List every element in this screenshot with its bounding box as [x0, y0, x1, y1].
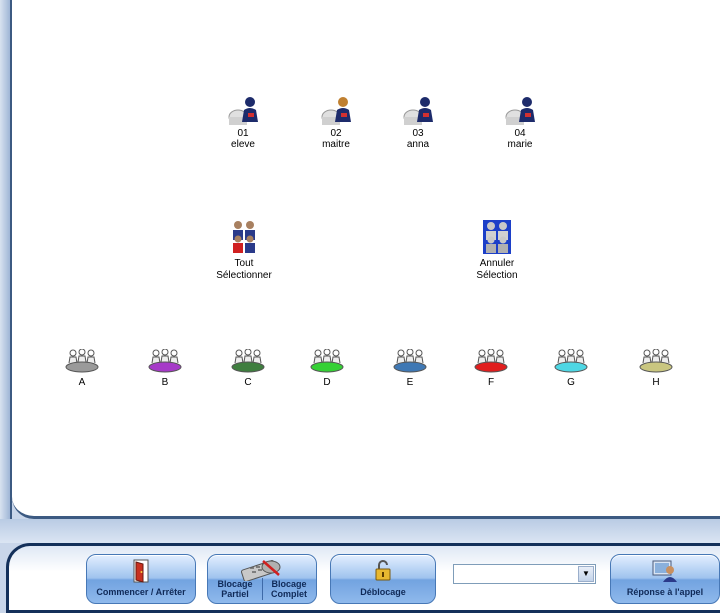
- group-c[interactable]: C: [223, 349, 273, 388]
- deblocage-label: Déblocage: [360, 587, 406, 597]
- group-h[interactable]: H: [631, 349, 681, 388]
- blocage-complet-button[interactable]: Blocage Complet: [262, 579, 316, 599]
- dropdown-arrow-icon[interactable]: ▼: [578, 566, 594, 582]
- group-table-icon: [148, 349, 182, 373]
- group-label: E: [406, 377, 414, 388]
- start-stop-label: Commencer / Arrêter: [96, 587, 186, 597]
- station-name: maitre: [322, 139, 350, 150]
- group-e[interactable]: E: [385, 349, 435, 388]
- station-name: marie: [507, 139, 533, 150]
- reponse-appel-label: Réponse à l'appel: [626, 587, 704, 597]
- group-deselect-icon: [483, 220, 511, 254]
- deblocage-button[interactable]: Déblocage: [330, 554, 436, 604]
- group-table-icon: [310, 349, 344, 373]
- group-label: D: [323, 377, 331, 388]
- separator-strip: [0, 519, 720, 543]
- group-select-icon: [233, 221, 255, 253]
- left-window-border: [0, 0, 12, 520]
- cancel-selection-button[interactable]: Annuler Sélection: [442, 220, 552, 282]
- student-computer-icon: [505, 97, 535, 125]
- group-table-icon: [554, 349, 588, 373]
- cancel-selection-line2: Sélection: [476, 270, 518, 281]
- select-all-line2: Sélectionner: [216, 270, 272, 281]
- group-a[interactable]: A: [57, 349, 107, 388]
- blocage-partiel-button[interactable]: Blocage Partiel: [208, 579, 262, 599]
- station-number: 02: [330, 128, 342, 139]
- station-name: anna: [406, 139, 430, 150]
- station-04[interactable]: 04 marie: [480, 95, 560, 150]
- blocage-button-group: Blocage Partiel Blocage Complet: [207, 554, 317, 604]
- group-dropdown[interactable]: ▼: [453, 564, 596, 584]
- classroom-workspace: 01 eleve 02 maitre 03 anna 04 marie Tout…: [12, 0, 720, 519]
- group-label: C: [244, 377, 252, 388]
- cancel-selection-line1: Annuler: [479, 258, 515, 269]
- station-01[interactable]: 01 eleve: [203, 95, 283, 150]
- door-exit-icon: [133, 559, 149, 583]
- station-name: eleve: [231, 139, 255, 150]
- station-number: 01: [237, 128, 249, 139]
- group-label: F: [487, 377, 495, 388]
- group-table-icon: [231, 349, 265, 373]
- group-f[interactable]: F: [466, 349, 516, 388]
- group-b[interactable]: B: [140, 349, 190, 388]
- padlock-open-icon: [375, 560, 391, 581]
- group-g[interactable]: G: [546, 349, 596, 388]
- student-computer-icon: [321, 97, 351, 125]
- station-03[interactable]: 03 anna: [378, 95, 458, 150]
- station-02[interactable]: 02 maitre: [296, 95, 376, 150]
- group-d[interactable]: D: [302, 349, 352, 388]
- group-label: A: [78, 377, 86, 388]
- student-computer-icon: [403, 97, 433, 125]
- group-table-icon: [474, 349, 508, 373]
- station-number: 03: [412, 128, 424, 139]
- start-stop-button[interactable]: Commencer / Arrêter: [86, 554, 196, 604]
- group-label: B: [161, 377, 169, 388]
- group-table-icon: [65, 349, 99, 373]
- group-table-icon: [639, 349, 673, 373]
- answer-call-icon: [652, 560, 677, 582]
- station-number: 04: [514, 128, 526, 139]
- group-label: G: [567, 377, 575, 388]
- student-computer-icon: [228, 97, 258, 125]
- group-table-icon: [393, 349, 427, 373]
- reponse-appel-button[interactable]: Réponse à l'appel: [610, 554, 720, 604]
- group-label: H: [652, 377, 660, 388]
- select-all-line1: Tout: [234, 258, 254, 269]
- select-all-button[interactable]: Tout Sélectionner: [189, 220, 299, 282]
